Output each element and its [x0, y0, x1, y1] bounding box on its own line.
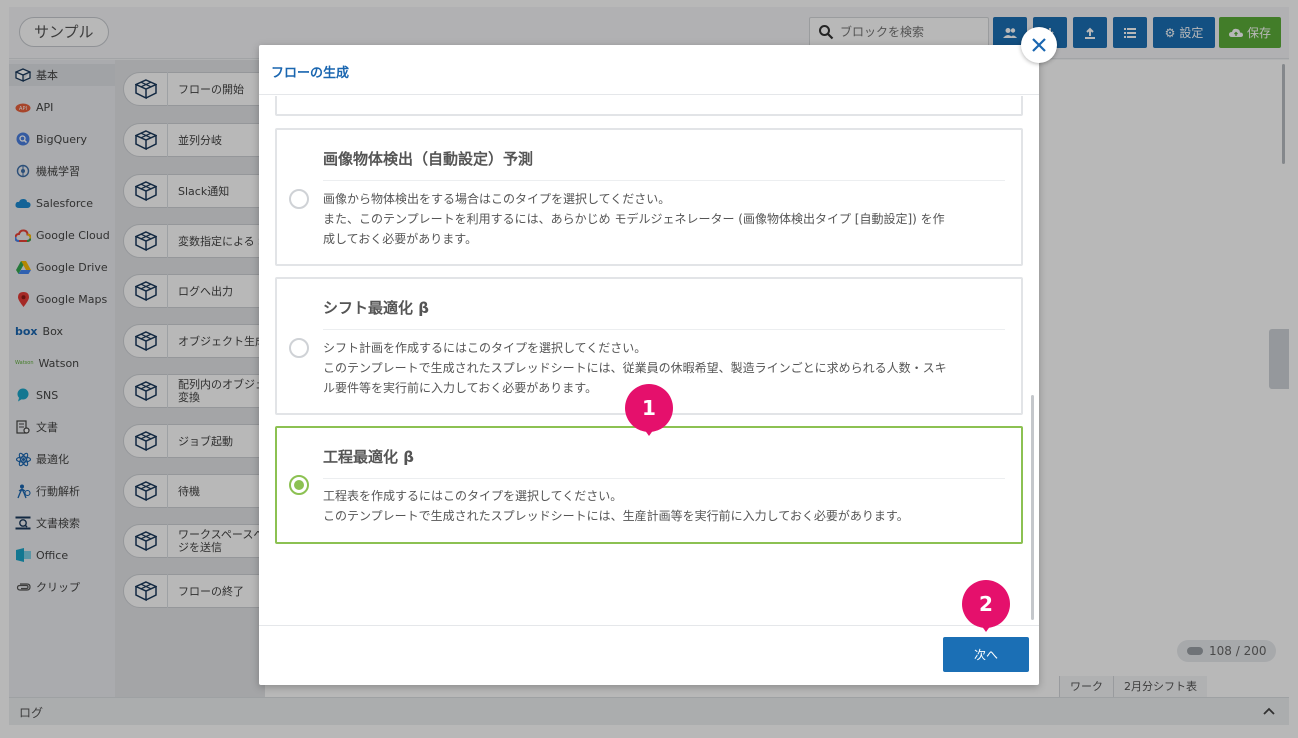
- template-description: 工程表を作成するにはこのタイプを選択してください。 このテンプレートで生成された…: [323, 489, 909, 523]
- template-title: 画像物体検出（自動設定）予測: [323, 150, 534, 168]
- dialog-close-button[interactable]: [1021, 27, 1057, 63]
- dialog-footer: 次へ: [259, 625, 1039, 685]
- dialog-header: フローの生成: [259, 45, 1039, 95]
- radio-image-detection[interactable]: [289, 189, 309, 209]
- template-description: シフト計画を作成するにはこのタイプを選択してください。 このテンプレートで生成さ…: [323, 341, 947, 395]
- divider: [323, 478, 1005, 479]
- template-card-image-detection[interactable]: 画像物体検出（自動設定）予測 画像から物体検出をする場合はこのタイプを選択してく…: [275, 128, 1023, 266]
- template-description: 画像から物体検出をする場合はこのタイプを選択してください。 また、このテンプレー…: [323, 192, 945, 246]
- template-list: 画像物体検出（自動設定）予測 画像から物体検出をする場合はこのタイプを選択してく…: [259, 96, 1039, 626]
- dialog-title: フローの生成: [271, 66, 350, 81]
- divider: [323, 329, 1005, 330]
- generate-flow-dialog: フローの生成 画像物体検出（自動設定）予測 画像から物体検出をする場合はこのタイ…: [259, 45, 1039, 685]
- step-marker-1: 1: [625, 384, 673, 436]
- template-title: シフト最適化 β: [323, 299, 429, 317]
- template-title: 工程最適化 β: [323, 448, 414, 466]
- close-icon: [1032, 38, 1046, 52]
- template-card-previous[interactable]: [275, 96, 1023, 116]
- radio-process-optimization[interactable]: [289, 475, 309, 495]
- template-card-process-optimization[interactable]: 工程最適化 β 工程表を作成するにはこのタイプを選択してください。 このテンプレ…: [275, 426, 1023, 544]
- next-button[interactable]: 次へ: [943, 637, 1029, 672]
- divider: [323, 180, 1005, 181]
- radio-shift-optimization[interactable]: [289, 338, 309, 358]
- step-marker-2: 2: [962, 580, 1010, 632]
- dialog-scrollbar[interactable]: [1031, 395, 1034, 620]
